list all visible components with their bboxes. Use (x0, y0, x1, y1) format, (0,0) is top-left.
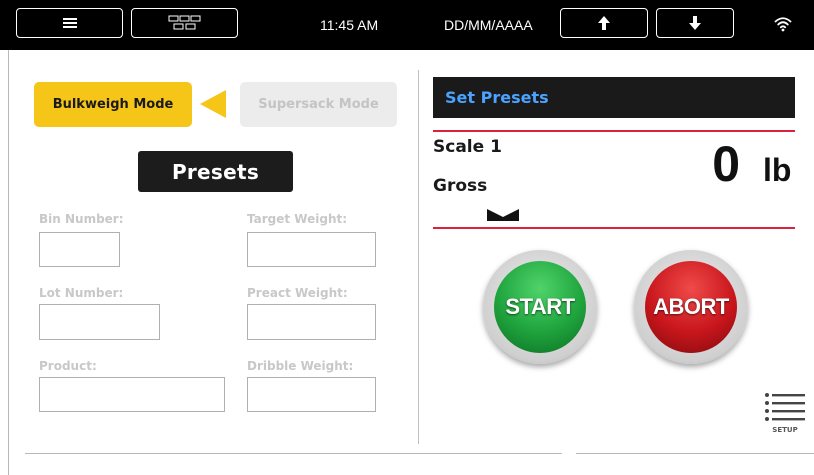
target-weight-label: Target Weight: (247, 212, 348, 226)
clock-time: 11:45 AM (320, 17, 379, 33)
abort-button[interactable]: ABORT (634, 250, 748, 364)
dribble-weight-label: Dribble Weight: (247, 359, 354, 373)
bin-number-label: Bin Number: (39, 212, 124, 226)
start-button[interactable]: START (483, 250, 597, 364)
down-button[interactable] (656, 8, 734, 38)
weigh-mode-label: Gross (433, 176, 488, 196)
target-weight-input[interactable] (247, 232, 376, 267)
dribble-weight-input[interactable] (247, 377, 376, 412)
product-input[interactable] (39, 377, 225, 412)
wifi-icon[interactable] (774, 16, 792, 32)
lot-number-input[interactable] (39, 304, 160, 340)
multi-scale-button[interactable] (131, 8, 238, 38)
center-of-zero-icon (487, 209, 519, 221)
weight-value: 0 (712, 136, 740, 192)
bin-number-input[interactable] (39, 232, 120, 267)
arrow-up-icon (598, 16, 610, 30)
setup-button[interactable]: SETUP (762, 390, 808, 440)
arrow-down-icon (689, 16, 701, 30)
active-mode-arrow-icon (200, 90, 226, 118)
start-button-label: START (494, 261, 586, 353)
up-button[interactable] (560, 8, 648, 38)
menu-icon (62, 18, 77, 28)
presets-title: Presets (138, 151, 293, 192)
scale-divider-bottom (433, 227, 795, 229)
multi-scale-icon (168, 15, 200, 30)
setup-label: SETUP (772, 426, 798, 434)
product-label: Product: (39, 359, 97, 373)
set-presets-header[interactable]: Set Presets (433, 77, 795, 118)
frame-left-border (8, 50, 9, 475)
footer-line-left (25, 453, 562, 454)
preact-weight-label: Preact Weight: (247, 286, 348, 300)
weight-unit: lb (763, 152, 792, 188)
bulkweigh-mode-button[interactable]: Bulkweigh Mode (34, 82, 192, 127)
menu-button[interactable] (16, 8, 123, 38)
footer-line-right (576, 453, 814, 454)
top-bar: 11:45 AM DD/MM/AAAA (0, 0, 814, 50)
list-menu-icon (765, 393, 805, 421)
scale-name: Scale 1 (433, 137, 502, 157)
abort-button-label: ABORT (645, 261, 737, 353)
supersack-mode-button[interactable]: Supersack Mode (240, 82, 397, 127)
preact-weight-input[interactable] (247, 304, 376, 340)
lot-number-label: Lot Number: (39, 286, 124, 300)
scale-divider-top (433, 130, 795, 132)
panel-divider (418, 70, 419, 444)
date-display: DD/MM/AAAA (444, 17, 533, 33)
